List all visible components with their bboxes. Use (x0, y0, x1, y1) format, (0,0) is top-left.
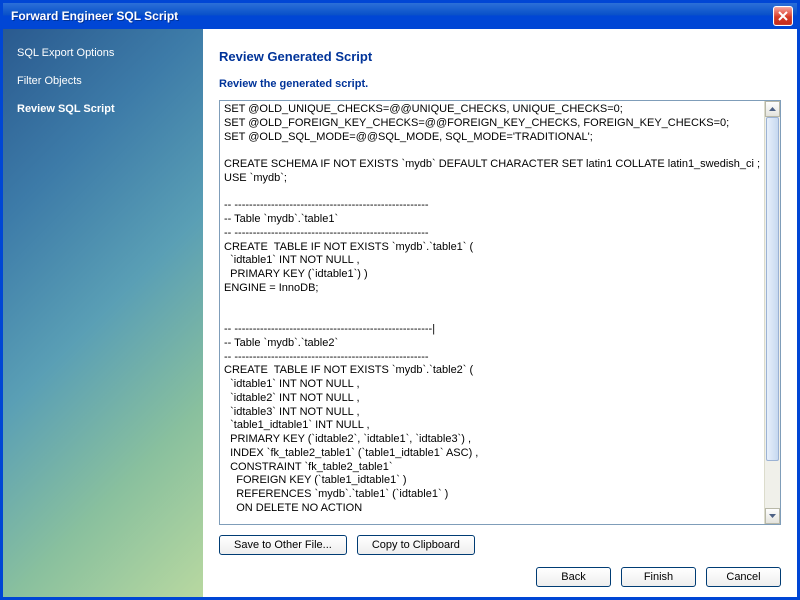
sidebar: SQL Export Options Filter Objects Review… (3, 29, 203, 597)
sidebar-item-review-sql-script[interactable]: Review SQL Script (3, 95, 203, 123)
scroll-down-arrow[interactable] (765, 508, 780, 524)
sidebar-item-sql-export-options[interactable]: SQL Export Options (3, 39, 203, 67)
sidebar-item-filter-objects[interactable]: Filter Objects (3, 67, 203, 95)
sidebar-item-label: Review SQL Script (17, 103, 115, 115)
chevron-up-icon (769, 107, 776, 111)
save-to-other-file-button[interactable]: Save to Other File... (219, 535, 347, 555)
page-heading: Review Generated Script (219, 43, 781, 78)
chevron-down-icon (769, 514, 776, 518)
wizard-body: SQL Export Options Filter Objects Review… (3, 29, 797, 597)
scroll-up-arrow[interactable] (765, 101, 780, 117)
cancel-button[interactable]: Cancel (706, 567, 781, 587)
script-container: SET @OLD_UNIQUE_CHECKS=@@UNIQUE_CHECKS, … (219, 100, 781, 525)
back-button[interactable]: Back (536, 567, 611, 587)
close-icon (778, 11, 788, 21)
close-button[interactable] (773, 6, 793, 26)
finish-button[interactable]: Finish (621, 567, 696, 587)
action-buttons-row: Save to Other File... Copy to Clipboard (219, 525, 781, 561)
script-text-area[interactable]: SET @OLD_UNIQUE_CHECKS=@@UNIQUE_CHECKS, … (220, 101, 764, 524)
copy-to-clipboard-button[interactable]: Copy to Clipboard (357, 535, 475, 555)
wizard-window: Forward Engineer SQL Script SQL Export O… (3, 3, 797, 597)
scroll-track[interactable] (765, 117, 780, 508)
main-panel: Review Generated Script Review the gener… (203, 29, 797, 597)
window-title: Forward Engineer SQL Script (11, 9, 178, 23)
page-subheading: Review the generated script. (219, 78, 781, 100)
sidebar-item-label: SQL Export Options (17, 47, 114, 59)
footer-buttons-row: Back Finish Cancel (219, 561, 781, 587)
vertical-scrollbar[interactable] (764, 101, 780, 524)
sidebar-item-label: Filter Objects (17, 75, 82, 87)
titlebar[interactable]: Forward Engineer SQL Script (3, 3, 797, 29)
scroll-thumb[interactable] (766, 117, 779, 461)
